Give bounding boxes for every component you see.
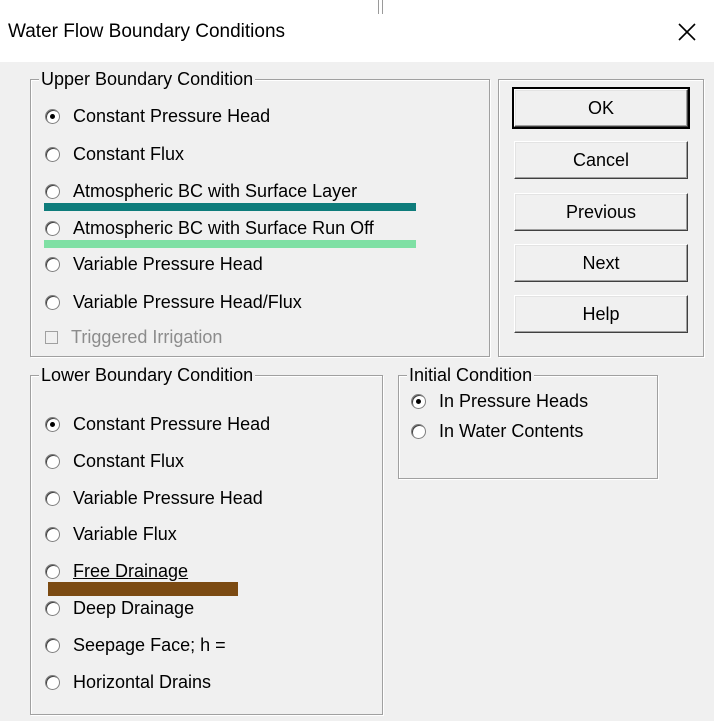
lower-option-free-drainage[interactable]: Free Drainage: [45, 560, 188, 582]
lower-boundary-legend: Lower Boundary Condition: [39, 365, 256, 385]
title-bar: Water Flow Boundary Conditions: [0, 0, 714, 62]
radio-icon[interactable]: [45, 674, 60, 690]
radio-icon[interactable]: [45, 108, 60, 124]
cancel-button[interactable]: Cancel: [514, 141, 688, 179]
upper-option-constant-pressure-head[interactable]: Constant Pressure Head: [45, 105, 270, 127]
highlight-brown: [48, 582, 238, 596]
radio-icon[interactable]: [411, 423, 426, 439]
lower-option-deep-drainage[interactable]: Deep Drainage: [45, 597, 194, 619]
upper-option-atmospheric-surface-layer[interactable]: Atmospheric BC with Surface Layer: [45, 180, 357, 202]
triggered-irrigation-checkbox: Triggered Irrigation: [45, 326, 222, 348]
radio-icon[interactable]: [45, 183, 60, 199]
upper-option-atmospheric-run-off[interactable]: Atmospheric BC with Surface Run Off: [45, 217, 374, 239]
dialog-body: Upper Boundary Condition Constant Pressu…: [0, 62, 714, 721]
radio-icon[interactable]: [45, 453, 60, 469]
radio-icon[interactable]: [45, 526, 60, 542]
highlight-mint: [44, 240, 416, 248]
window-grip: [378, 0, 383, 14]
radio-icon[interactable]: [45, 294, 60, 310]
upper-option-constant-flux[interactable]: Constant Flux: [45, 143, 184, 165]
checkbox-icon: [45, 330, 58, 344]
lower-option-variable-pressure-head[interactable]: Variable Pressure Head: [45, 487, 263, 509]
initial-option-pressure-heads[interactable]: In Pressure Heads: [411, 390, 588, 412]
radio-icon[interactable]: [45, 563, 60, 579]
initial-condition-group: Initial Condition In Pressure Heads In W…: [398, 365, 658, 479]
next-button[interactable]: Next: [514, 244, 688, 282]
initial-option-water-contents[interactable]: In Water Contents: [411, 420, 583, 442]
highlight-teal: [44, 203, 416, 211]
radio-icon[interactable]: [45, 637, 60, 653]
lower-option-constant-flux[interactable]: Constant Flux: [45, 450, 184, 472]
lower-option-variable-flux[interactable]: Variable Flux: [45, 523, 177, 545]
upper-boundary-legend: Upper Boundary Condition: [39, 69, 256, 89]
ok-button[interactable]: OK: [512, 87, 690, 129]
help-button[interactable]: Help: [514, 295, 688, 333]
radio-icon[interactable]: [45, 490, 60, 506]
upper-option-variable-pressure-head[interactable]: Variable Pressure Head: [45, 253, 263, 275]
lower-option-constant-pressure-head[interactable]: Constant Pressure Head: [45, 413, 270, 435]
previous-button[interactable]: Previous: [514, 193, 688, 231]
radio-icon[interactable]: [45, 256, 60, 272]
close-icon[interactable]: [672, 17, 702, 47]
radio-icon[interactable]: [45, 600, 60, 616]
radio-icon[interactable]: [45, 416, 60, 432]
lower-option-horizontal-drains[interactable]: Horizontal Drains: [45, 671, 211, 693]
initial-condition-legend: Initial Condition: [407, 365, 535, 385]
lower-option-seepage-face[interactable]: Seepage Face; h =: [45, 634, 226, 656]
radio-icon[interactable]: [45, 146, 60, 162]
window-title: Water Flow Boundary Conditions: [8, 21, 286, 42]
upper-boundary-group: Upper Boundary Condition Constant Pressu…: [30, 69, 490, 357]
radio-icon[interactable]: [411, 393, 426, 409]
lower-boundary-group: Lower Boundary Condition Constant Pressu…: [30, 365, 383, 715]
upper-option-variable-pressure-head-flux[interactable]: Variable Pressure Head/Flux: [45, 291, 302, 313]
radio-icon[interactable]: [45, 220, 60, 236]
